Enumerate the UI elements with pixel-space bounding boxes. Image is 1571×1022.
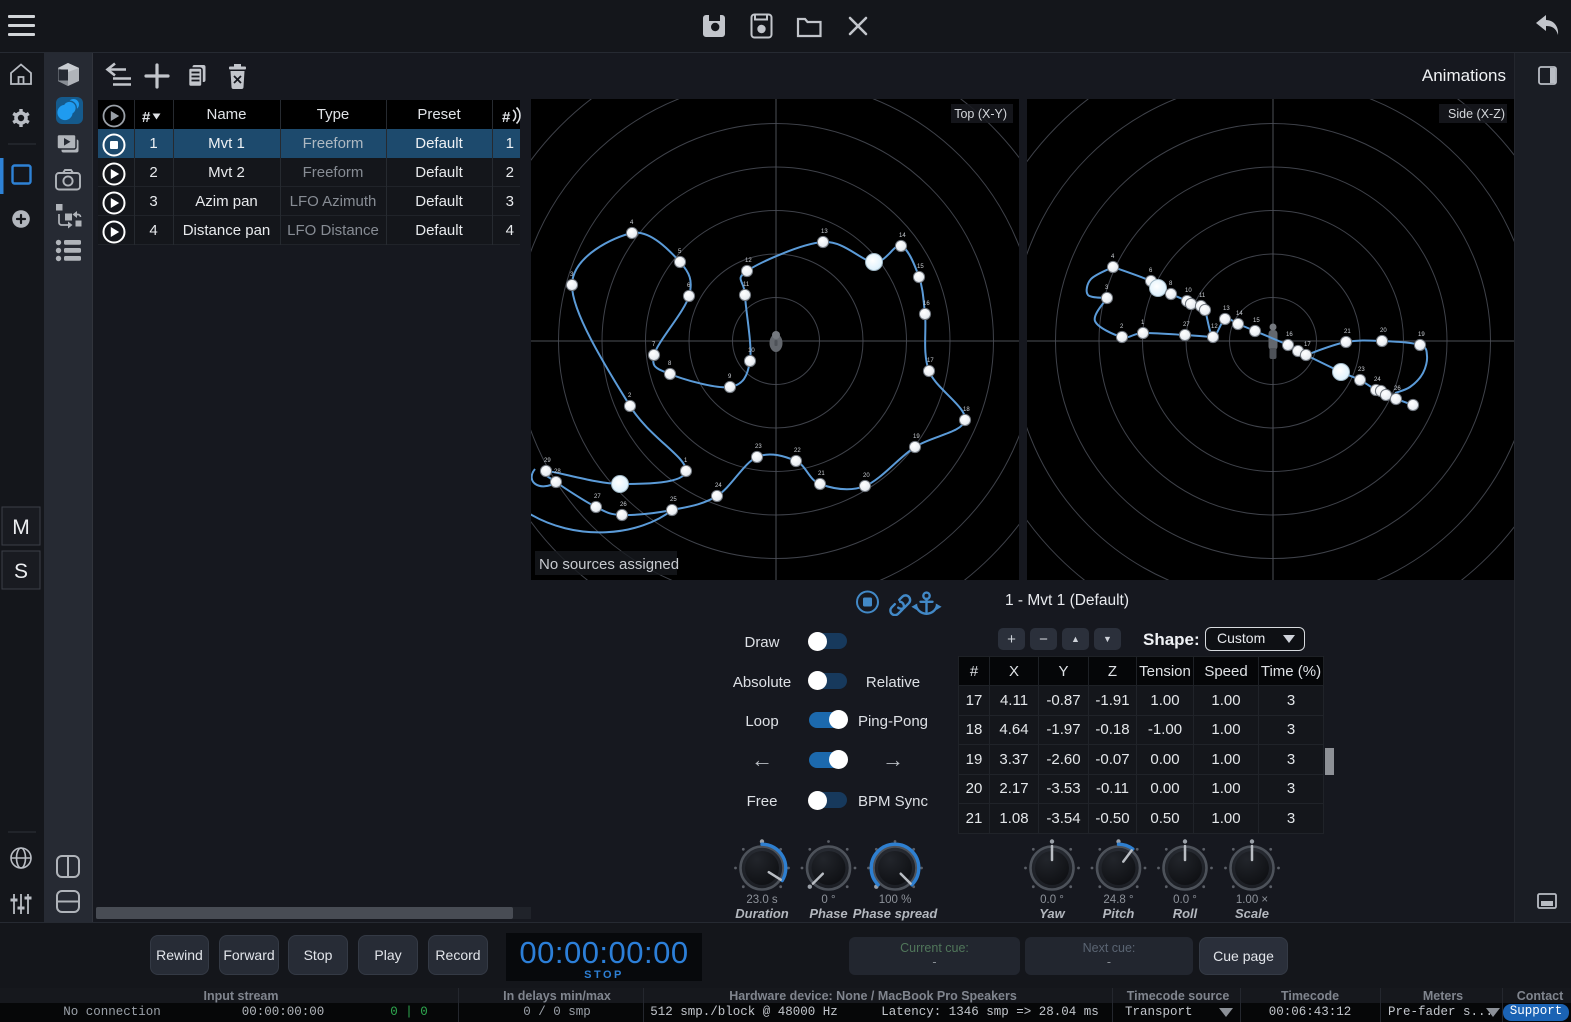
svg-text:26: 26 — [1394, 386, 1401, 392]
svg-text:19: 19 — [1418, 332, 1425, 338]
svg-text:11: 11 — [743, 282, 750, 288]
svg-text:23: 23 — [755, 444, 762, 450]
svg-text:12: 12 — [1211, 324, 1218, 330]
svg-text:M: M — [12, 516, 30, 539]
svg-text:16: 16 — [923, 301, 930, 307]
svg-text:23: 23 — [1358, 367, 1365, 373]
svg-text:16: 16 — [1286, 332, 1293, 338]
svg-text:20: 20 — [1380, 328, 1387, 334]
svg-text:13: 13 — [821, 229, 828, 235]
svg-text:S: S — [14, 560, 28, 583]
svg-text:27: 27 — [594, 494, 601, 500]
svg-text:14: 14 — [1236, 311, 1243, 317]
svg-text:25: 25 — [670, 497, 677, 503]
svg-text:19: 19 — [913, 434, 920, 440]
svg-text:17: 17 — [1304, 342, 1311, 348]
svg-text:10: 10 — [748, 348, 755, 354]
svg-text:21: 21 — [1344, 329, 1351, 335]
svg-text:21: 21 — [818, 471, 825, 477]
svg-text:17: 17 — [927, 358, 934, 364]
svg-text:24: 24 — [715, 483, 722, 489]
svg-text:14: 14 — [899, 233, 906, 239]
svg-text:15: 15 — [917, 264, 924, 270]
svg-text:27: 27 — [1183, 322, 1190, 328]
svg-text:Side (X-Z): Side (X-Z) — [1448, 107, 1505, 121]
svg-text:#: # — [142, 109, 151, 126]
svg-text:13: 13 — [1223, 306, 1230, 312]
svg-text:29: 29 — [544, 458, 551, 464]
svg-text:#: # — [502, 109, 511, 126]
svg-text:15: 15 — [1253, 318, 1260, 324]
svg-text:28: 28 — [554, 469, 561, 475]
svg-text:24: 24 — [1374, 377, 1381, 383]
svg-text:22: 22 — [794, 448, 801, 454]
svg-text:26: 26 — [620, 502, 627, 508]
svg-text:Top (X-Y): Top (X-Y) — [954, 107, 1007, 121]
svg-text:18: 18 — [963, 407, 970, 413]
svg-text:10: 10 — [1185, 288, 1192, 294]
svg-text:20: 20 — [863, 473, 870, 479]
svg-text:12: 12 — [745, 258, 752, 264]
svg-text:11: 11 — [1199, 293, 1206, 299]
